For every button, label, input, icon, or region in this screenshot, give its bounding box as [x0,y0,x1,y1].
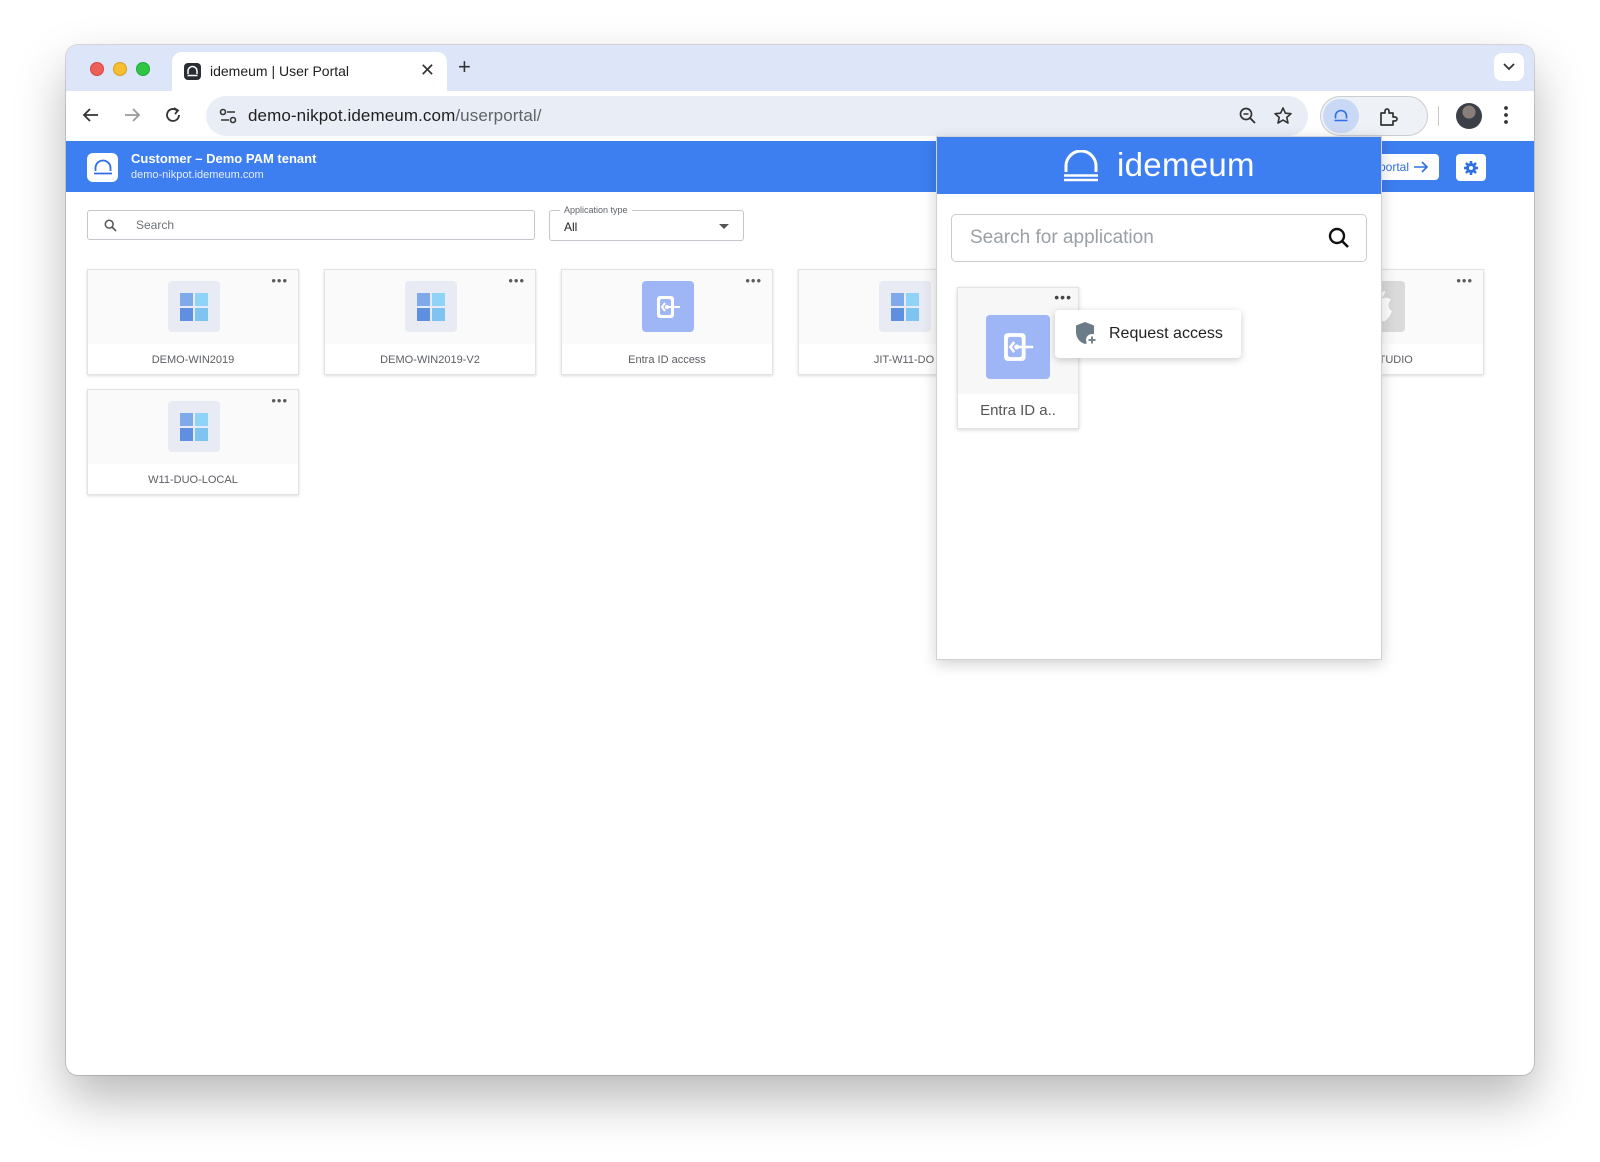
tab-search-button[interactable] [1494,53,1524,81]
idemeum-favicon-icon [184,63,201,80]
app-search-field[interactable] [87,210,535,240]
popup-brand: idemeum [1117,146,1255,183]
extensions-puzzle-icon[interactable] [1377,106,1399,128]
popup-search-input[interactable] [970,227,1310,249]
search-icon [104,219,117,232]
app-card-entra-id-access[interactable]: ••• Entra ID access [561,269,773,375]
arrow-left-icon [82,108,98,122]
app-card-label: W11-DUO-LOCAL [148,474,238,486]
shield-plus-icon [1076,322,1098,346]
search-icon[interactable] [1328,227,1350,249]
windows-icon [168,281,220,332]
application-type-label: Application type [560,205,632,215]
zoom-icon[interactable] [1238,106,1258,126]
more-options-icon[interactable]: ••• [1456,273,1473,288]
app-card-w11-duo-local[interactable]: ••• W11-DUO-LOCAL [87,389,299,495]
arrow-right-icon [1414,161,1429,173]
arrow-right-icon [125,108,141,122]
app-card-label: DEMO-WIN2019 [151,354,235,366]
new-tab-button[interactable]: + [458,54,471,80]
more-options-icon[interactable]: ••• [745,273,762,288]
request-access-menu-item[interactable]: Request access [1055,310,1241,358]
back-button[interactable] [78,102,104,128]
popup-search-field[interactable] [951,214,1367,262]
settings-button[interactable] [1456,154,1486,181]
tab-close-icon[interactable]: ✕ [420,60,435,81]
browser-menu-icon[interactable] [1503,104,1509,126]
url-path: /userportal/ [455,106,542,125]
app-card-label: Entra ID access [628,354,706,366]
dropdown-caret-icon [719,224,729,229]
url-domain: demo-nikpot.idemeum.com [248,106,456,125]
tenant-name: Customer – Demo PAM tenant [131,151,317,166]
maximize-window-button[interactable] [136,62,150,76]
site-settings-icon[interactable] [218,106,238,126]
popup-header: idemeum [937,137,1381,194]
request-access-label: Request access [1109,325,1223,342]
app-card-label: DEMO-WIN2019-V2 [380,354,480,366]
application-type-select[interactable]: Application type All [549,205,744,241]
windows-icon [879,281,931,332]
popup-app-card-label: Entra ID a.. [980,402,1056,419]
close-window-button[interactable] [90,62,104,76]
more-options-icon[interactable]: ••• [271,273,288,288]
browser-tab-active[interactable]: idemeum | User Portal ✕ [172,52,447,91]
reload-button[interactable] [160,102,186,128]
tab-strip: idemeum | User Portal ✕ + [66,45,1534,91]
idemeum-extension-popup: idemeum ••• Entra ID a.. R [936,136,1382,660]
app-search-input[interactable] [136,216,516,234]
idemeum-extension-button[interactable] [1323,99,1359,133]
reload-icon [166,107,180,122]
windows-icon [168,401,220,452]
more-options-icon[interactable]: ••• [508,273,525,288]
windows-icon [405,281,457,332]
forward-button[interactable] [119,102,145,128]
minimize-window-button[interactable] [113,62,127,76]
chevron-down-icon [1503,63,1515,71]
profile-avatar[interactable] [1456,103,1482,129]
entra-id-icon [986,315,1050,379]
idemeum-logo-icon [1334,109,1348,122]
toolbar-divider [1438,106,1439,126]
tab-title: idemeum | User Portal [210,63,350,79]
bookmark-star-icon[interactable] [1273,106,1293,126]
address-bar[interactable]: demo-nikpot.idemeum.com/userportal/ [206,96,1308,136]
gear-icon [1464,160,1478,175]
entra-id-icon [642,281,694,332]
popup-app-card-entra-id[interactable]: ••• Entra ID a.. [957,287,1079,429]
application-type-value: All [564,220,578,234]
tenant-domain: demo-nikpot.idemeum.com [131,169,264,181]
more-options-icon[interactable]: ••• [271,393,288,408]
app-card-demo-win2019[interactable]: ••• DEMO-WIN2019 [87,269,299,375]
browser-toolbar: demo-nikpot.idemeum.com/userportal/ [66,91,1534,141]
url-text: demo-nikpot.idemeum.com/userportal/ [248,106,542,126]
extensions-group [1320,96,1428,136]
idemeum-logo-icon [1064,150,1098,182]
tenant-logo-icon [87,153,118,182]
more-options-icon[interactable]: ••• [1054,289,1072,305]
app-card-demo-win2019-v2[interactable]: ••• DEMO-WIN2019-V2 [324,269,536,375]
